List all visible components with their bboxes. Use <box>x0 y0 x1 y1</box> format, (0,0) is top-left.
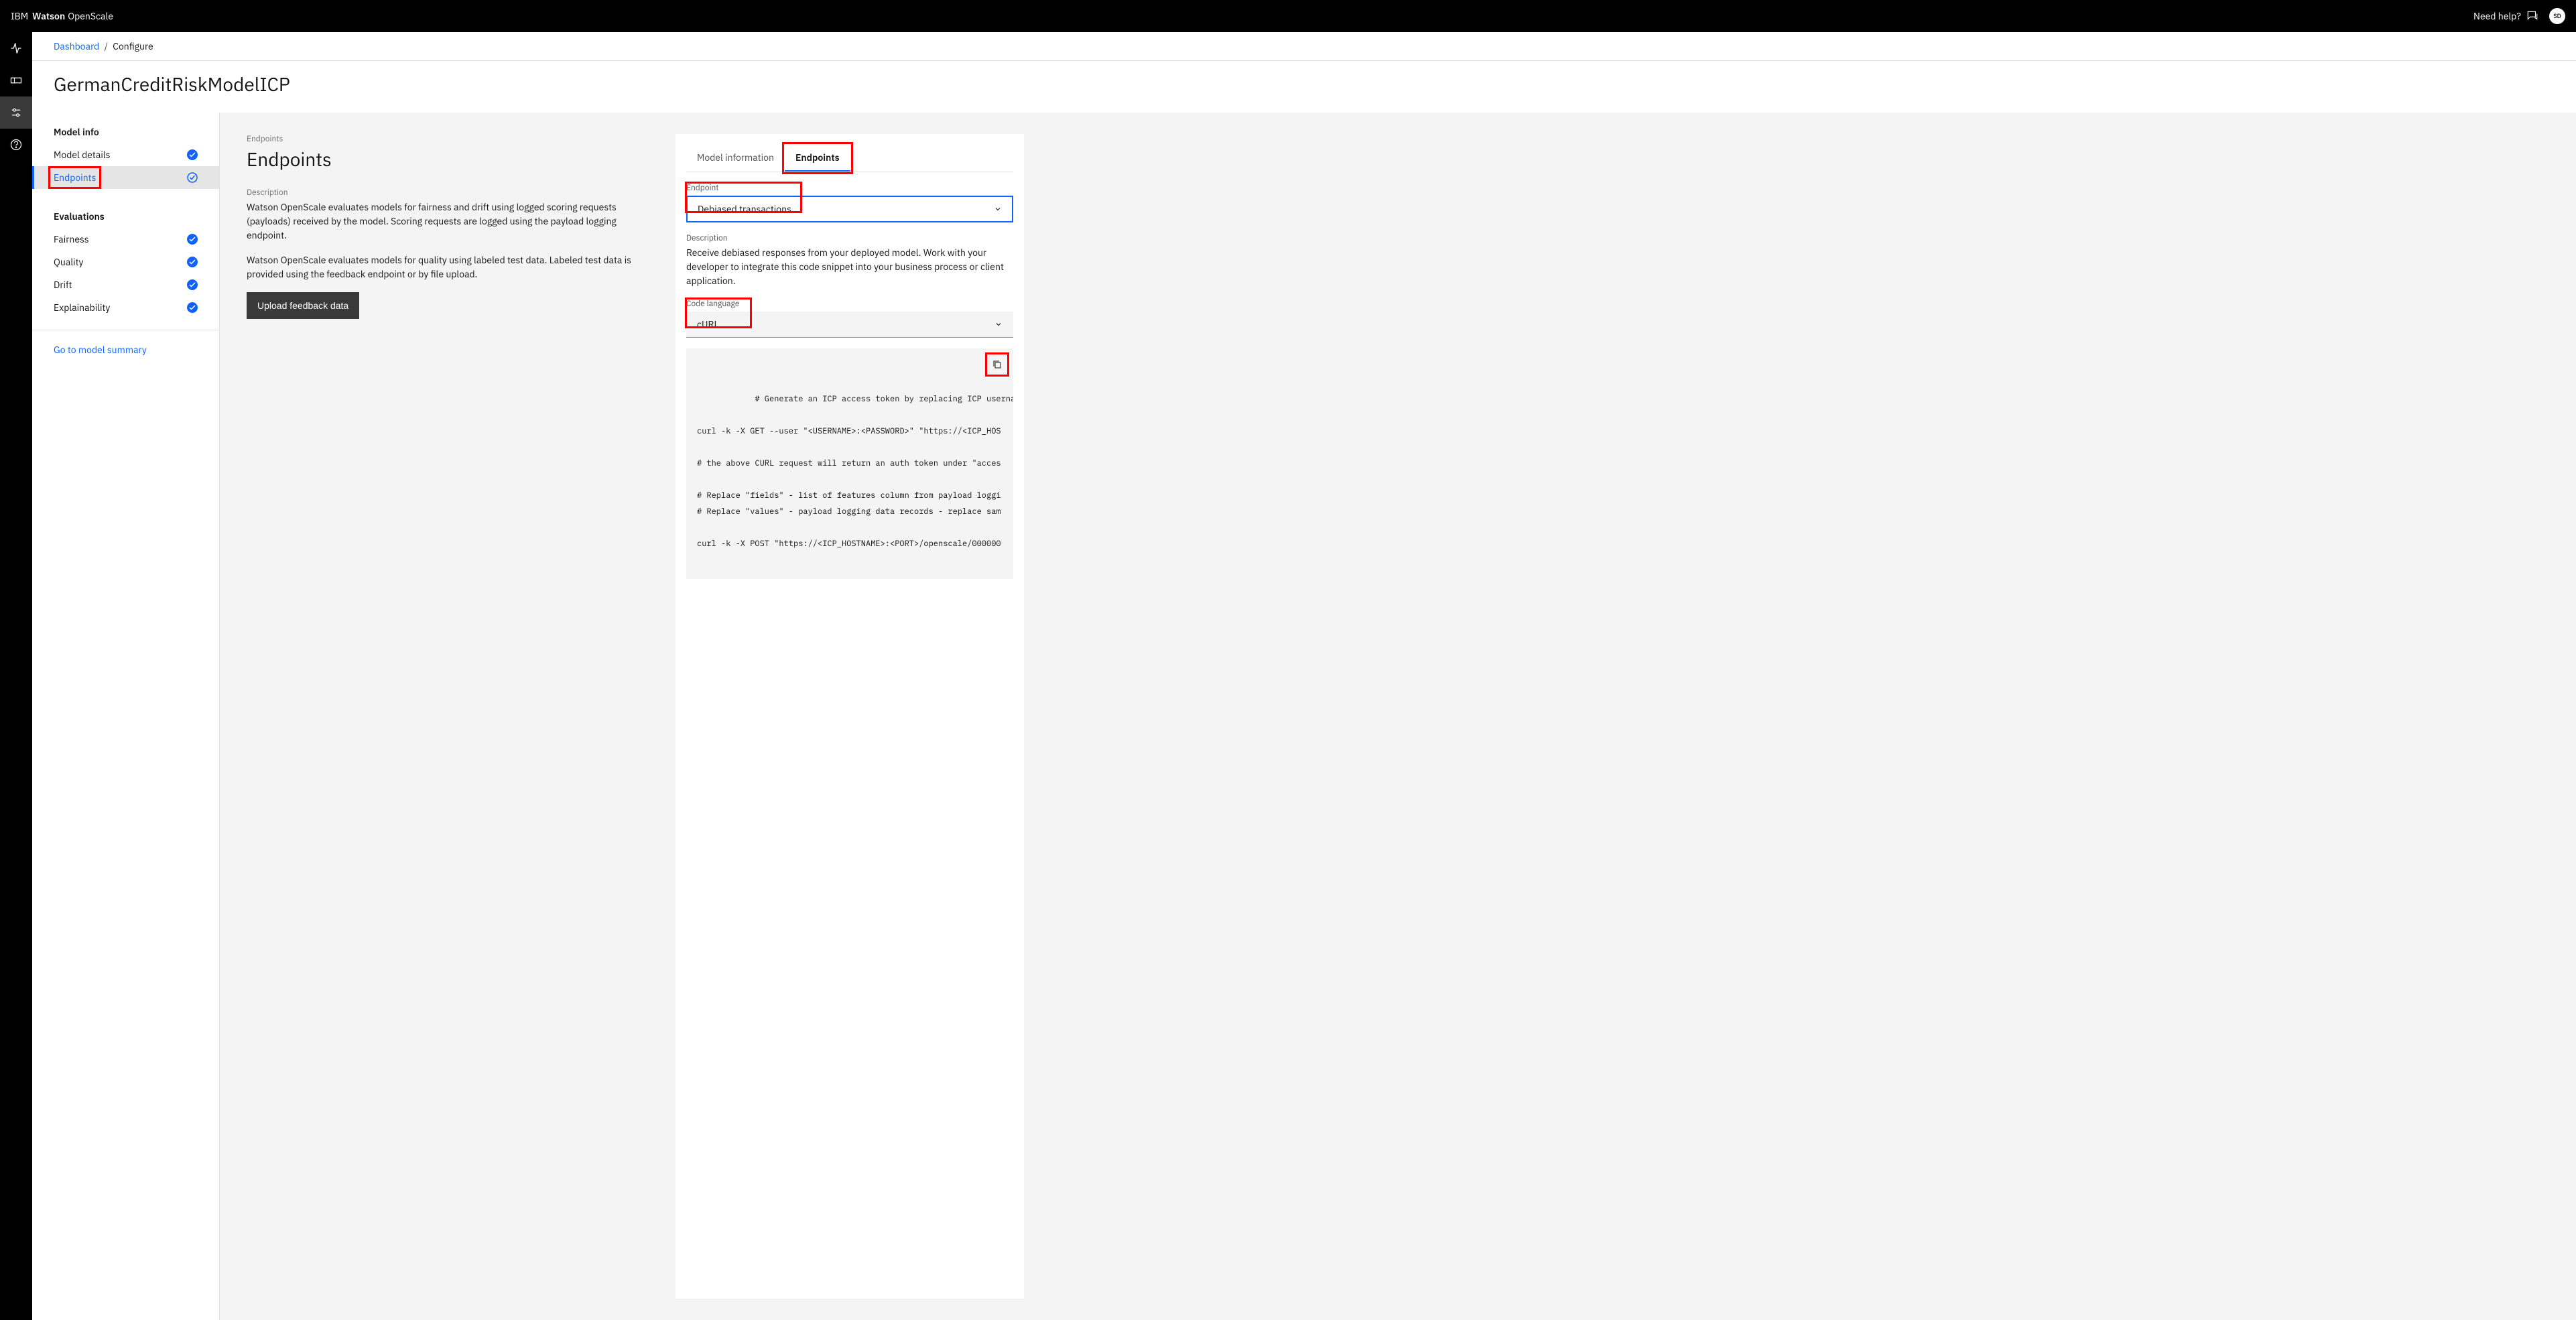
avatar[interactable]: SD <box>2549 8 2565 24</box>
sidebar-item-label: Endpoints <box>54 172 96 184</box>
checkmark-outline-icon <box>187 172 198 183</box>
brand-watson: Watson <box>32 10 65 22</box>
copy-button[interactable] <box>986 354 1008 375</box>
endpoint-desc-text: Receive debiased responses from your dep… <box>686 246 1013 288</box>
checkmark-filled-icon <box>187 257 198 267</box>
chevron-down-icon <box>994 205 1002 213</box>
checkmark-filled-icon <box>187 302 198 313</box>
checkmark-filled-icon <box>187 279 198 290</box>
main-container: Dashboard / Configure GermanCreditRiskMo… <box>0 32 2576 1320</box>
code-language-value: cURL <box>697 318 719 330</box>
sidebar-item-model-details[interactable]: Model details <box>32 143 219 166</box>
sidebar-heading-evaluations: Evaluations <box>32 205 219 228</box>
copy-icon <box>992 359 1003 370</box>
nav-help-icon[interactable] <box>0 129 32 161</box>
nav-settings-icon[interactable] <box>0 96 32 129</box>
checkmark-filled-icon <box>187 234 198 245</box>
description-label: Description <box>247 188 649 198</box>
brand-ibm: IBM <box>11 10 28 22</box>
chevron-down-icon <box>994 320 1003 328</box>
sidebar-item-fairness[interactable]: Fairness <box>32 228 219 251</box>
sidebar-item-label: Drift <box>54 279 72 291</box>
sidebar-heading-model-info: Model info <box>32 121 219 143</box>
brand-logo: IBM Watson OpenScale <box>11 10 113 22</box>
breadcrumb-configure: Configure <box>113 40 153 52</box>
breadcrumb-bar: Dashboard / Configure <box>32 32 2576 61</box>
tabs: Model information Endpoints <box>686 145 1013 172</box>
app-header: IBM Watson OpenScale Need help? SD <box>0 0 2576 32</box>
endpoint-value: Debiased transactions <box>698 203 791 215</box>
body-container: Model info Model details Endpoints Evalu… <box>32 113 2576 1320</box>
section-title: Endpoints <box>247 147 649 172</box>
sidebar-section-evaluations: Evaluations Fairness Quality Drift E <box>32 197 219 327</box>
code-text: # Generate an ICP access token by replac… <box>697 394 1013 549</box>
sidebar-item-label: Explainability <box>54 302 110 314</box>
description-text-2: Watson OpenScale evaluates models for qu… <box>247 253 649 281</box>
sidebar-item-explainability[interactable]: Explainability <box>32 296 219 319</box>
sidebar-item-endpoints[interactable]: Endpoints <box>32 166 219 189</box>
nav-ticket-icon[interactable] <box>0 64 32 96</box>
checkmark-filled-icon <box>187 149 198 160</box>
endpoint-label: Endpoint <box>686 183 1013 193</box>
tab-endpoints[interactable]: Endpoints <box>785 145 850 172</box>
header-right: Need help? SD <box>2473 8 2565 24</box>
need-help-link[interactable]: Need help? <box>2473 10 2538 22</box>
brand-openscale: OpenScale <box>68 10 113 22</box>
avatar-initials: SD <box>2553 13 2561 20</box>
chat-icon <box>2526 10 2538 22</box>
sidebar-section-model-info: Model info Model details Endpoints <box>32 113 219 197</box>
breadcrumb: Dashboard / Configure <box>54 40 153 52</box>
sidebar-item-label: Fairness <box>54 233 89 245</box>
endpoint-desc-label: Description <box>686 233 1013 243</box>
description-text-1: Watson OpenScale evaluates models for fa… <box>247 200 649 243</box>
page-title-bar: GermanCreditRiskModelICP <box>32 61 2576 113</box>
code-language-field: Code language cURL <box>686 299 1013 338</box>
page-title: GermanCreditRiskModelICP <box>54 72 2555 96</box>
sidebar-item-label: Quality <box>54 256 84 268</box>
content-wrapper: Dashboard / Configure GermanCreditRiskMo… <box>32 32 2576 1320</box>
main-panel: Endpoints Endpoints Description Watson O… <box>220 113 2576 1320</box>
code-language-label: Code language <box>686 299 1013 309</box>
left-panel: Endpoints Endpoints Description Watson O… <box>247 134 649 1299</box>
sidebar-item-drift[interactable]: Drift <box>32 273 219 296</box>
sidebar-item-label: Model details <box>54 149 110 161</box>
right-card: Model information Endpoints Endpoint Deb… <box>675 134 1024 1299</box>
breadcrumb-dashboard[interactable]: Dashboard <box>54 40 99 52</box>
code-language-dropdown[interactable]: cURL <box>686 312 1013 338</box>
header-left: IBM Watson OpenScale <box>11 10 113 22</box>
tab-model-information[interactable]: Model information <box>686 145 785 172</box>
sidebar-item-quality[interactable]: Quality <box>32 251 219 273</box>
upload-feedback-button[interactable]: Upload feedback data <box>247 292 359 319</box>
endpoint-field: Endpoint Debiased transactions <box>686 183 1013 222</box>
left-nav <box>0 32 32 1320</box>
code-snippet: # Generate an ICP access token by replac… <box>686 348 1013 579</box>
sidebar: Model info Model details Endpoints Evalu… <box>32 113 220 1320</box>
endpoint-dropdown[interactable]: Debiased transactions <box>686 196 1013 222</box>
need-help-label: Need help? <box>2473 10 2521 22</box>
nav-activity-icon[interactable] <box>0 32 32 64</box>
go-to-summary-link[interactable]: Go to model summary <box>32 333 219 367</box>
section-label: Endpoints <box>247 134 649 144</box>
breadcrumb-sep: / <box>105 40 108 52</box>
